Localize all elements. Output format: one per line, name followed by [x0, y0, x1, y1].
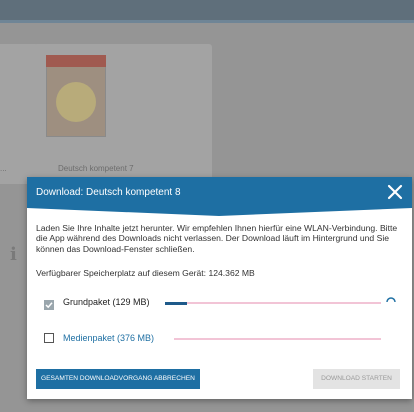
app-header-divider	[0, 20, 414, 23]
basic-package-label: Grundpaket (129 MB)	[63, 297, 150, 307]
media-package-checkbox[interactable]	[44, 333, 54, 343]
dialog-header: Download: Deutsch kompetent 8	[27, 177, 412, 208]
book-cover-banner	[46, 55, 106, 67]
basic-package-progress-fill	[165, 301, 187, 305]
loading-spinner-icon	[386, 297, 396, 303]
app-header	[0, 0, 414, 20]
book-card-previous	[0, 44, 38, 184]
dialog-title: Download: Deutsch kompetent 8	[36, 187, 181, 198]
download-description: Laden Sie Ihre Inhalte jetzt herunter. W…	[36, 223, 398, 254]
media-package-progress	[174, 338, 381, 340]
info-icon: i	[10, 244, 17, 265]
book-card-title: Deutsch kompetent 7	[58, 164, 134, 173]
download-dialog: Download: Deutsch kompetent 8 Laden Sie …	[27, 177, 412, 399]
package-row-basic: Grundpaket (129 MB)	[27, 293, 412, 313]
storage-info: Verfügbarer Speicherplatz auf diesem Ger…	[36, 268, 255, 278]
book-cover-illustration	[56, 82, 96, 122]
header-wedge	[27, 208, 412, 216]
media-package-label[interactable]: Medienpaket (376 MB)	[63, 333, 154, 343]
start-download-button: DOWNLOAD STARTEN	[313, 369, 400, 389]
book-card-previous-title: ...	[0, 164, 7, 173]
basic-package-progress	[165, 301, 381, 305]
cancel-download-button[interactable]: GESAMTEN DOWNLOADVORGANG ABBRECHEN	[36, 369, 200, 389]
package-row-media: Medienpaket (376 MB)	[27, 329, 412, 349]
basic-package-checkbox[interactable]	[44, 297, 54, 310]
close-icon[interactable]	[387, 184, 403, 200]
